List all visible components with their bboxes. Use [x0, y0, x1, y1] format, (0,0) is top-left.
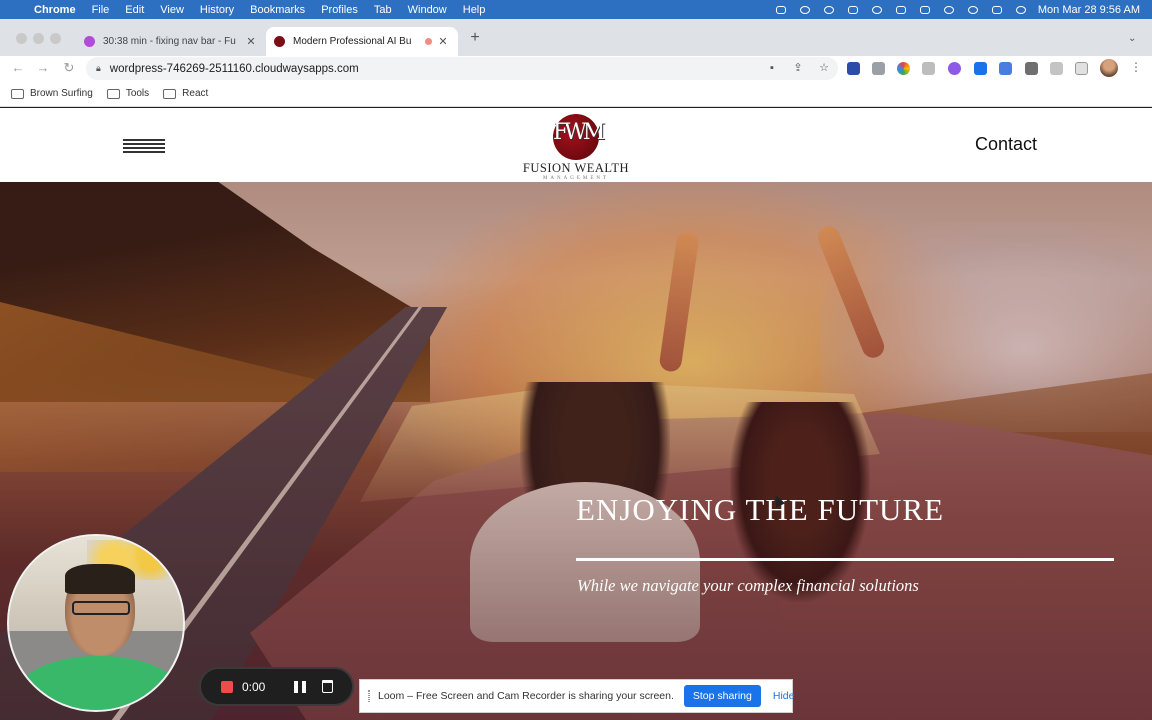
- macos-menu-bar: Chrome File Edit View History Bookmarks …: [0, 0, 1152, 19]
- menu-view[interactable]: View: [152, 4, 192, 16]
- site-favicon-icon: [274, 36, 285, 47]
- reload-button[interactable]: ↻: [61, 60, 77, 76]
- menu-window[interactable]: Window: [400, 4, 455, 16]
- extension-status-icon[interactable]: [846, 4, 860, 16]
- omnibox-actions: ▪ ⇪ ☆: [766, 62, 830, 74]
- asterisk-extension-icon[interactable]: [948, 62, 961, 75]
- hero-title: ENJOYING THE FUTURE: [576, 492, 945, 527]
- hero-divider: [576, 558, 1114, 561]
- bookmark-label: Brown Surfing: [30, 88, 93, 99]
- logo-monogram-text: FWM: [553, 120, 605, 145]
- menu-edit[interactable]: Edit: [117, 4, 152, 16]
- screenshot-extension-icon[interactable]: [872, 62, 885, 75]
- side-panel-icon[interactable]: [1075, 62, 1088, 75]
- tab-title: Modern Professional AI Bu: [293, 36, 412, 47]
- folder-icon: [163, 88, 177, 99]
- hero-subtitle: While we navigate your complex financial…: [577, 576, 919, 595]
- bookmark-star-icon[interactable]: ☆: [818, 62, 830, 74]
- pause-icon[interactable]: [294, 680, 306, 693]
- window-minimize-icon[interactable]: [33, 33, 44, 44]
- tab-title: 30:38 min - fixing nav bar - Fu: [103, 36, 236, 47]
- stop-recording-button[interactable]: [221, 680, 233, 693]
- grid-extension-icon[interactable]: [999, 62, 1012, 75]
- tab-loom-recording[interactable]: 30:38 min - fixing nav bar - Fu ✕: [76, 27, 266, 56]
- address-bar[interactable]: 🔒︎ wordpress-746269-2511160.cloudwaysapp…: [86, 57, 838, 80]
- tab-search-chevron-icon[interactable]: ⌄: [1128, 33, 1136, 44]
- siri-icon[interactable]: [1014, 4, 1028, 16]
- menu-app-chrome[interactable]: Chrome: [30, 4, 84, 16]
- play-status-icon[interactable]: [870, 4, 884, 16]
- loom-status-icon[interactable]: [798, 4, 812, 16]
- site-header: FWM FUSION WEALTH MANAGEMENT Contact: [0, 108, 1152, 182]
- recording-timer: 0:00: [242, 679, 266, 694]
- recording-indicator-icon: [425, 38, 432, 45]
- bookmark-label: Tools: [125, 88, 150, 99]
- menubar-clock[interactable]: Mon Mar 28 9:56 AM: [1038, 4, 1140, 16]
- bookmark-label: React: [182, 88, 209, 99]
- folder-icon: [11, 88, 24, 99]
- folder-icon: [106, 88, 120, 99]
- stop-sharing-button[interactable]: Stop sharing: [683, 685, 761, 707]
- control-center-icon[interactable]: [990, 4, 1004, 16]
- bookmark-folder-react[interactable]: React: [163, 88, 208, 99]
- bookmarks-bar: Brown Surfing Tools React: [0, 81, 1152, 107]
- loom-recording-controls: 0:00: [199, 667, 354, 706]
- forward-button[interactable]: →: [35, 60, 51, 76]
- new-tab-button[interactable]: +: [467, 30, 483, 46]
- window-close-icon[interactable]: [16, 33, 27, 44]
- menu-help[interactable]: Help: [455, 4, 494, 16]
- logo-tagline: MANAGEMENT: [542, 176, 610, 181]
- back-button[interactable]: ←: [10, 60, 26, 76]
- profile-avatar[interactable]: [1100, 59, 1118, 77]
- bookmark-folder-tools[interactable]: Tools: [106, 88, 150, 99]
- menu-history[interactable]: History: [192, 4, 242, 16]
- logo-name: FUSION WEALTH: [522, 161, 630, 175]
- site-logo[interactable]: FWM FUSION WEALTH MANAGEMENT: [520, 114, 632, 181]
- battery-icon[interactable]: [918, 4, 932, 16]
- bluetooth-icon[interactable]: [894, 4, 908, 16]
- trash-icon[interactable]: [322, 680, 333, 693]
- cam-person-hair: [65, 564, 135, 594]
- share-icon[interactable]: ⇪: [792, 62, 804, 74]
- close-tab-icon[interactable]: ✕: [244, 35, 258, 48]
- window-zoom-icon[interactable]: [50, 33, 61, 44]
- extension-badge-icon[interactable]: [847, 62, 860, 75]
- puzzle-extensions-icon[interactable]: [1050, 62, 1063, 75]
- close-tab-icon[interactable]: ✕: [436, 35, 450, 48]
- bookmark-folder-brown-surfing[interactable]: Brown Surfing: [11, 88, 93, 99]
- camera-blocked-icon[interactable]: ▪: [766, 62, 778, 74]
- contact-link[interactable]: Contact: [975, 134, 1037, 155]
- arrow-extension-icon[interactable]: [974, 62, 987, 75]
- chrome-menu-icon[interactable]: ⋮: [1130, 60, 1142, 74]
- spotlight-search-icon[interactable]: [966, 4, 980, 16]
- loom-camera-bubble[interactable]: [7, 534, 185, 712]
- wifi-icon[interactable]: [942, 4, 956, 16]
- hide-sharing-bar-button[interactable]: Hide: [773, 690, 795, 702]
- menu-bookmarks[interactable]: Bookmarks: [242, 4, 313, 16]
- lock-icon[interactable]: 🔒︎: [96, 63, 101, 74]
- browser-toolbar: ← → ↻ 🔒︎ wordpress-746269-2511160.cloudw…: [0, 56, 1152, 81]
- text-extension-icon[interactable]: [922, 62, 935, 75]
- cam-person-glasses: [72, 601, 130, 615]
- menu-profiles[interactable]: Profiles: [313, 4, 366, 16]
- status-icons: Mon Mar 28 9:56 AM: [774, 4, 1152, 16]
- grid-status-icon[interactable]: [774, 4, 788, 16]
- url-text[interactable]: wordpress-746269-2511160.cloudwaysapps.c…: [110, 63, 359, 75]
- drag-handle-icon[interactable]: [368, 690, 370, 702]
- menu-file[interactable]: File: [84, 4, 118, 16]
- sharing-message: Loom – Free Screen and Cam Recorder is s…: [378, 690, 674, 702]
- logo-monogram: FWM: [553, 114, 605, 160]
- loom-favicon-icon: [84, 36, 95, 47]
- color-picker-extension-icon[interactable]: [897, 62, 910, 75]
- at-sign-status-icon[interactable]: [822, 4, 836, 16]
- tab-fusion-wealth[interactable]: Modern Professional AI Bu ✕: [266, 27, 458, 56]
- tab-strip: 30:38 min - fixing nav bar - Fu ✕ Modern…: [0, 19, 1152, 56]
- menu-tab[interactable]: Tab: [366, 4, 400, 16]
- screen-sharing-bar: Loom – Free Screen and Cam Recorder is s…: [359, 679, 795, 713]
- hamburger-menu-icon[interactable]: [123, 139, 165, 153]
- frame-extension-icon[interactable]: [1025, 62, 1038, 75]
